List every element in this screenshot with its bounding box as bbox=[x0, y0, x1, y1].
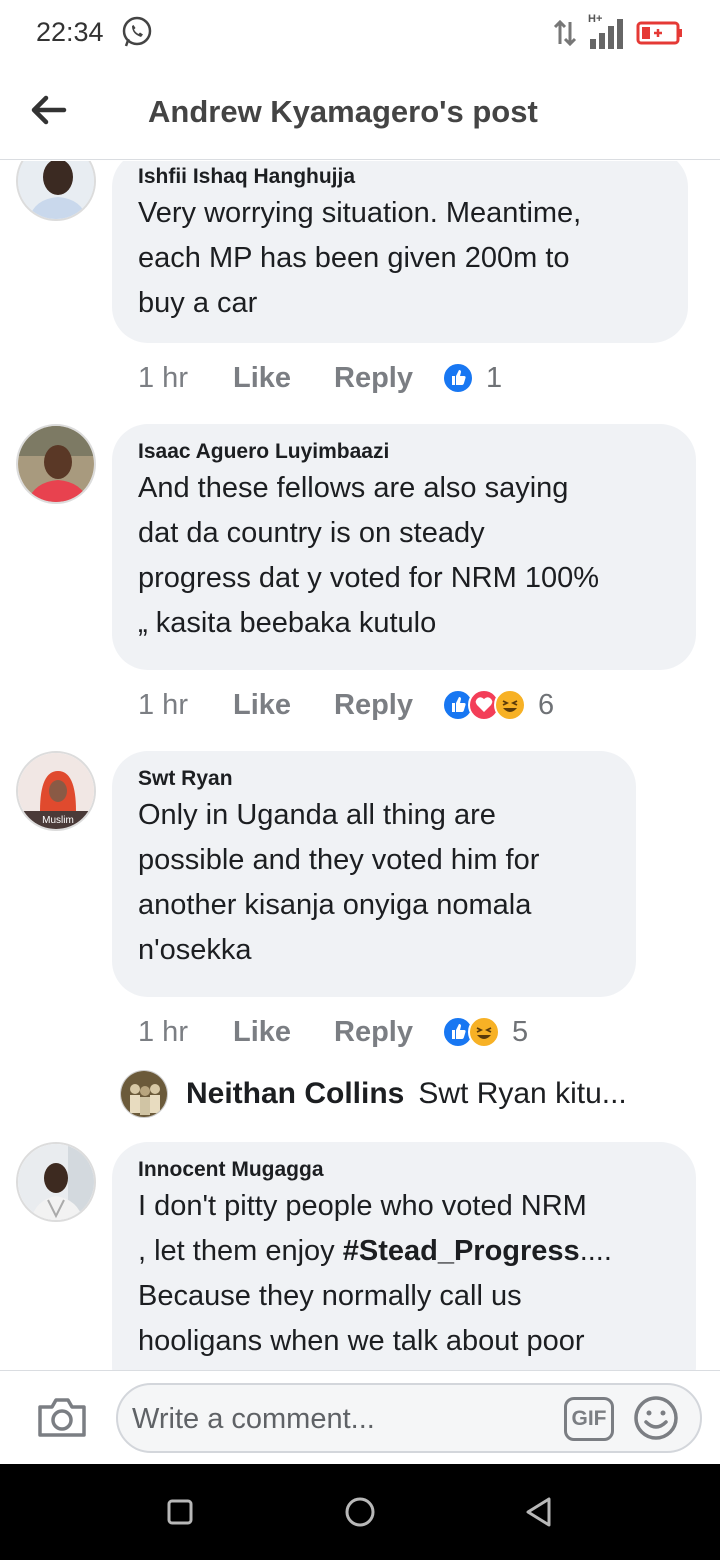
comment-time[interactable]: 1 hr bbox=[138, 362, 233, 395]
comment-bubble[interactable]: Swt Ryan Only in Uganda all thing are po… bbox=[112, 751, 636, 997]
comment-text-line: Only in Uganda all thing are bbox=[138, 799, 496, 831]
reply-button[interactable]: Reply bbox=[334, 362, 442, 395]
status-bar: 22:34 H+ bbox=[0, 0, 720, 68]
avatar[interactable] bbox=[16, 161, 96, 221]
reactions[interactable] bbox=[442, 362, 474, 394]
comment-time[interactable]: 1 hr bbox=[138, 1016, 233, 1049]
avatar[interactable] bbox=[16, 1142, 96, 1222]
comment-text-segment: , let them enjoy bbox=[138, 1235, 343, 1267]
comment-text-line: Because they normally call us bbox=[138, 1280, 522, 1312]
reaction-count[interactable]: 6 bbox=[538, 689, 554, 722]
reply-button[interactable]: Reply bbox=[334, 689, 442, 722]
avatar-caption: Muslim bbox=[42, 815, 74, 826]
hashtag-link[interactable]: #Stead_Progress bbox=[343, 1235, 580, 1267]
camera-icon[interactable] bbox=[36, 1395, 88, 1439]
comment-bubble[interactable]: Isaac Aguero Luyimbaazi And these fellow… bbox=[112, 424, 696, 670]
haha-reaction-icon bbox=[468, 1016, 500, 1048]
comment-actions: 1 hr Like Reply 1 bbox=[138, 356, 502, 400]
reaction-count[interactable]: 1 bbox=[486, 362, 502, 395]
reply-preview[interactable]: Neithan Collins Swt Ryan kitu... bbox=[120, 1069, 627, 1119]
comment-text-line: progress dat y voted for NRM 100% bbox=[138, 562, 599, 594]
comment-author[interactable]: Innocent Mugagga bbox=[138, 1156, 670, 1184]
reply-snippet: Swt Ryan kitu... bbox=[418, 1077, 627, 1110]
comment-text-segment: .... bbox=[579, 1235, 612, 1267]
comment-text-line: possible and they voted him for bbox=[138, 844, 540, 876]
avatar[interactable]: Muslim bbox=[16, 751, 96, 831]
comment-composer: GIF bbox=[0, 1370, 720, 1464]
system-nav-bar bbox=[0, 1464, 720, 1560]
comment-author[interactable]: Swt Ryan bbox=[138, 765, 610, 793]
gif-button[interactable]: GIF bbox=[564, 1397, 614, 1441]
comment-actions: 1 hr Like Reply 6 bbox=[138, 683, 554, 727]
comment-text-line: dat da country is on steady bbox=[138, 517, 485, 549]
avatar[interactable] bbox=[16, 424, 96, 504]
page-title: Andrew Kyamagero's post bbox=[148, 94, 538, 129]
comment-text-line: n'osekka bbox=[138, 934, 252, 966]
whatsapp-icon bbox=[122, 16, 152, 47]
circle-nav-icon[interactable] bbox=[342, 1494, 378, 1530]
comment-author[interactable]: Ishfii Ishaq Hanghujja bbox=[138, 163, 662, 191]
comment-text-line: „ kasita beebaka kutulo bbox=[138, 607, 437, 639]
reactions[interactable] bbox=[442, 689, 526, 721]
comment-time[interactable]: 1 hr bbox=[138, 689, 233, 722]
square-nav-icon[interactable] bbox=[162, 1494, 198, 1530]
comment-text-line: And these fellows are also saying bbox=[138, 472, 569, 504]
comment-text-line: Very worrying situation. Meantime, bbox=[138, 197, 582, 229]
status-time: 22:34 bbox=[36, 17, 104, 47]
like-button[interactable]: Like bbox=[233, 689, 334, 722]
comment-input[interactable] bbox=[132, 1399, 552, 1439]
comment-bubble[interactable]: Innocent Mugagga I don't pitty people wh… bbox=[112, 1142, 696, 1370]
triangle-nav-icon[interactable] bbox=[522, 1494, 558, 1530]
comment-box[interactable]: GIF bbox=[116, 1383, 702, 1453]
reaction-count[interactable]: 5 bbox=[512, 1016, 528, 1049]
reply-author[interactable]: Neithan Collins bbox=[186, 1077, 404, 1111]
battery-icon bbox=[636, 21, 682, 45]
haha-reaction-icon bbox=[494, 689, 526, 721]
comment-text-line: , let them enjoy #Stead_Progress.... bbox=[138, 1229, 670, 1274]
app-header: Andrew Kyamagero's post bbox=[0, 68, 720, 160]
emoji-icon[interactable] bbox=[632, 1394, 680, 1442]
signal-icon: H+ bbox=[588, 13, 626, 49]
comment-text-line: I don't pitty people who voted NRM bbox=[138, 1190, 587, 1222]
comment-bubble[interactable]: Ishfii Ishaq Hanghujja Very worrying sit… bbox=[112, 161, 688, 343]
like-button[interactable]: Like bbox=[233, 1016, 334, 1049]
comment-text-line: another kisanja onyiga nomala bbox=[138, 889, 532, 921]
comments-feed[interactable]: Ishfii Ishaq Hanghujja Very worrying sit… bbox=[0, 161, 720, 1370]
comment-text-line: hooligans when we talk about poor bbox=[138, 1325, 585, 1357]
data-transfer-icon bbox=[553, 19, 577, 47]
back-arrow-icon[interactable] bbox=[28, 90, 68, 130]
comment-author[interactable]: Isaac Aguero Luyimbaazi bbox=[138, 438, 670, 466]
comment-actions: 1 hr Like Reply 5 bbox=[138, 1010, 528, 1054]
like-button[interactable]: Like bbox=[233, 362, 334, 395]
reactions[interactable] bbox=[442, 1016, 500, 1048]
comment-text-line: buy a car bbox=[138, 287, 258, 319]
like-reaction-icon bbox=[442, 362, 474, 394]
reply-button[interactable]: Reply bbox=[334, 1016, 442, 1049]
comment-text-line: each MP has been given 200m to bbox=[138, 242, 570, 274]
reply-avatar bbox=[120, 1070, 168, 1118]
